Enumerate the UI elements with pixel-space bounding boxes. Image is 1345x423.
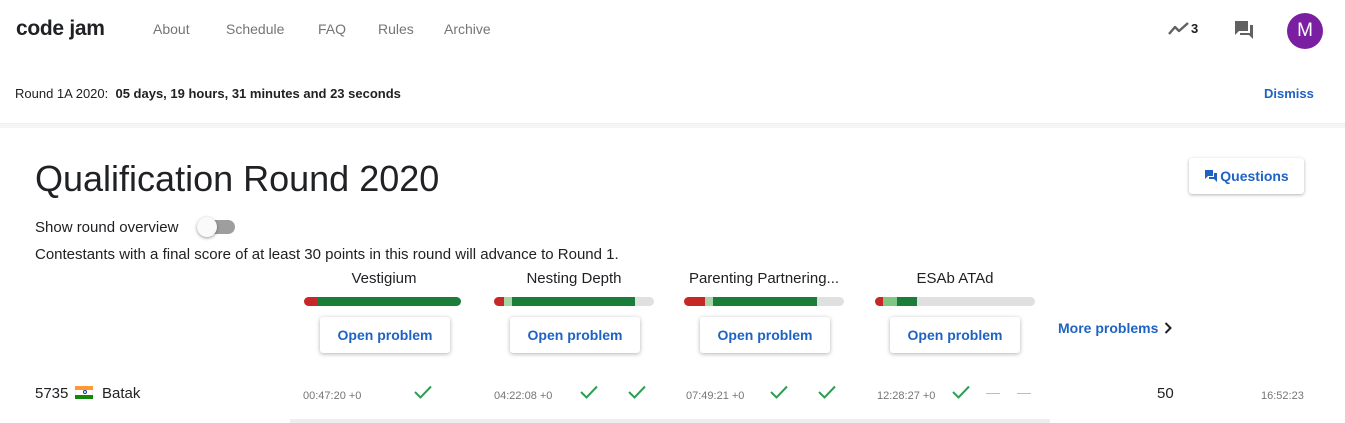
overview-toggle[interactable] (197, 217, 235, 237)
countdown-value: 05 days, 19 hours, 31 minutes and 23 sec… (115, 86, 401, 101)
bar-correct (511, 297, 635, 306)
stats-bar-parenting-partnering (684, 297, 844, 306)
advance-notice: Contestants with a final score of at lea… (35, 246, 619, 263)
top-bar: code jam About Schedule FAQ Rules Archiv… (0, 0, 1345, 60)
check-icon (770, 385, 788, 399)
nav-about[interactable]: About (153, 21, 190, 37)
bar-wrong (875, 297, 883, 306)
nav-schedule[interactable]: Schedule (226, 21, 284, 37)
solve-time-vestigium: 00:47:20 +0 (303, 390, 362, 402)
solve-time-parenting-partnering: 07:49:21 +0 (686, 390, 745, 402)
bar-correct (316, 297, 461, 306)
nav-faq[interactable]: FAQ (318, 21, 346, 37)
nav-rules[interactable]: Rules (378, 21, 414, 37)
divider (0, 124, 1345, 128)
stats-bar-vestigium (304, 297, 461, 306)
trend-count: 3 (1191, 20, 1199, 36)
problem-title-parenting-partnering: Parenting Partnering... (688, 270, 840, 287)
dismiss-button[interactable]: Dismiss (1264, 86, 1314, 101)
user-avatar[interactable]: M (1287, 13, 1323, 49)
overview-toggle-label: Show round overview (35, 219, 179, 236)
forum-icon[interactable] (1233, 19, 1255, 41)
unsolved-dash (1017, 393, 1031, 394)
india-flag-icon (75, 386, 93, 399)
total-score: 50 (1157, 385, 1174, 402)
bar-partial (503, 297, 512, 306)
problem-title-nesting-depth: Nesting Depth (526, 270, 622, 287)
unsolved-dash (986, 393, 1000, 394)
open-problem-button-parenting-partnering[interactable]: Open problem (700, 317, 830, 353)
open-problem-button-nesting-depth[interactable]: Open problem (510, 317, 640, 353)
open-problem-button-esab-atad[interactable]: Open problem (890, 317, 1020, 353)
problem-title-vestigium: Vestigium (351, 270, 417, 287)
question-answer-icon (1205, 170, 1218, 182)
chevron-right-icon (1165, 322, 1173, 334)
bar-correct (712, 297, 817, 306)
countdown-round-label: Round 1A 2020: (15, 86, 109, 101)
contestant-name[interactable]: Batak (102, 385, 140, 402)
nav-archive[interactable]: Archive (444, 21, 491, 37)
bar-correct (897, 297, 917, 306)
contestant-rank: 5735 (35, 385, 69, 402)
solve-time-nesting-depth: 04:22:08 +0 (494, 390, 553, 402)
countdown-text: Round 1A 2020: 05 days, 19 hours, 31 min… (15, 86, 401, 101)
page-title: Qualification Round 2020 (35, 158, 440, 199)
check-icon (952, 385, 970, 399)
penalty-time: 16:52:23 (1261, 390, 1304, 402)
check-icon (414, 385, 432, 399)
open-problem-button-vestigium[interactable]: Open problem (320, 317, 450, 353)
trend-button[interactable]: 3 (1168, 20, 1198, 36)
check-icon (628, 385, 646, 399)
solve-time-esab-atad: 12:28:27 +0 (877, 390, 936, 402)
check-icon (818, 385, 836, 399)
round-countdown-banner: Round 1A 2020: 05 days, 19 hours, 31 min… (0, 62, 1345, 124)
toggle-knob (197, 217, 217, 237)
bar-wrong (494, 297, 504, 306)
bar-wrong (684, 297, 705, 306)
stats-bar-nesting-depth (494, 297, 654, 306)
more-problems-button[interactable]: More problems (1058, 320, 1173, 336)
bar-wrong (304, 297, 317, 306)
problem-title-esab-atad: ESAb ATAd (916, 270, 994, 287)
check-icon (580, 385, 598, 399)
row-divider (290, 419, 1050, 423)
stats-bar-esab-atad (875, 297, 1035, 306)
questions-button[interactable]: Questions (1189, 158, 1304, 194)
bar-partial (883, 297, 898, 306)
more-problems-label: More problems (1058, 320, 1159, 336)
trending-icon (1168, 22, 1189, 35)
questions-label: Questions (1220, 168, 1289, 184)
app-logo[interactable]: code jam (16, 17, 105, 41)
bar-partial (704, 297, 713, 306)
